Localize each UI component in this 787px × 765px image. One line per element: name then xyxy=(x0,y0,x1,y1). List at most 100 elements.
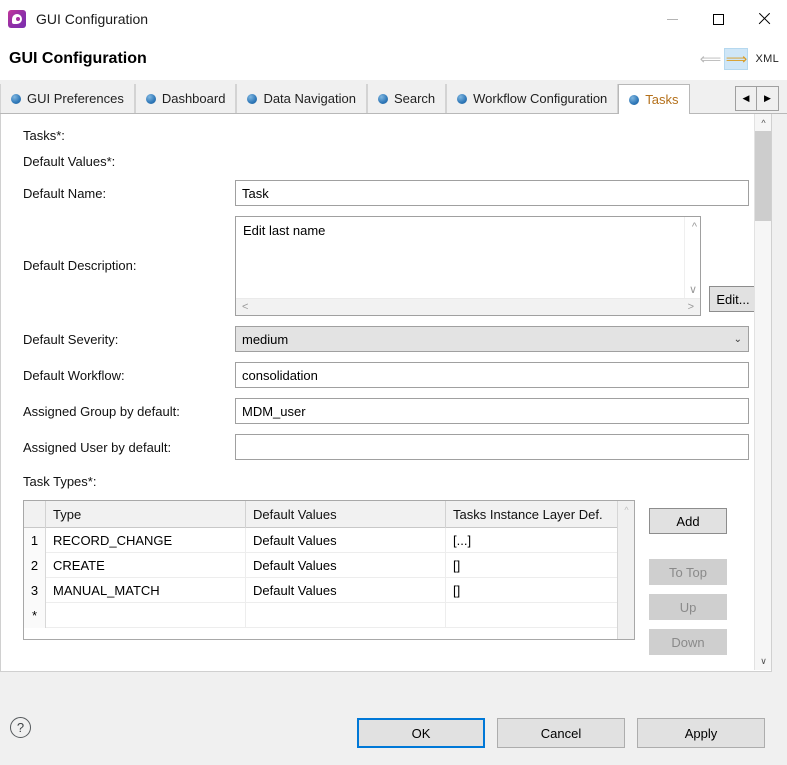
assigned-group-input[interactable]: MDM_user xyxy=(235,398,749,424)
cell-type[interactable]: MANUAL_MATCH xyxy=(46,578,246,603)
assigned-group-label: Assigned Group by default: xyxy=(23,404,235,419)
table-header-row: Type Default Values Tasks Instance Layer… xyxy=(24,501,634,528)
task-types-table[interactable]: Type Default Values Tasks Instance Layer… xyxy=(23,500,635,640)
close-icon xyxy=(757,12,771,26)
default-description-row: Default Description: Edit last name ^ ∨ … xyxy=(1,216,771,316)
chevron-right-icon: > xyxy=(688,301,694,313)
cell-type[interactable] xyxy=(46,603,246,628)
default-description-label: Default Description: xyxy=(23,216,235,273)
chevron-up-icon: ^ xyxy=(692,221,697,233)
table-vertical-scrollbar[interactable]: ^ xyxy=(617,501,634,639)
table-row[interactable]: 2 CREATE Default Values [] xyxy=(24,553,634,578)
help-icon[interactable]: ? xyxy=(10,717,31,738)
default-severity-value: medium xyxy=(242,332,288,347)
tasks-form: Tasks*: Default Values*: Default Name: T… xyxy=(1,114,771,664)
edit-description-button[interactable]: Edit... xyxy=(709,286,757,312)
cell-type[interactable]: RECORD_CHANGE xyxy=(46,528,246,553)
chevron-right-icon: ▶ xyxy=(764,93,771,104)
window-titlebar: GUI Configuration xyxy=(0,0,787,38)
tab-bar: GUI Preferences Dashboard Data Navigatio… xyxy=(0,84,787,114)
cell-default-values[interactable]: Default Values xyxy=(246,528,446,553)
tab-bullet-icon xyxy=(146,94,156,104)
assigned-group-row: Assigned Group by default: MDM_user xyxy=(1,398,771,424)
down-button[interactable]: Down xyxy=(649,629,727,655)
footer-buttons: OK Cancel Apply xyxy=(357,718,765,748)
tasks-panel: Tasks*: Default Values*: Default Name: T… xyxy=(0,114,772,672)
scroll-up-button[interactable]: ^ xyxy=(755,114,772,131)
tab-scroll-right-button[interactable]: ▶ xyxy=(757,86,779,111)
up-button[interactable]: Up xyxy=(649,594,727,620)
tab-bullet-icon xyxy=(247,94,257,104)
default-name-row: Default Name: Task xyxy=(1,180,771,206)
tab-dashboard[interactable]: Dashboard xyxy=(135,84,237,113)
apply-button[interactable]: Apply xyxy=(637,718,765,748)
default-severity-select[interactable]: medium ⌄ xyxy=(235,326,749,352)
description-horizontal-scrollbar[interactable]: < > xyxy=(236,298,700,315)
tab-label: Dashboard xyxy=(162,91,226,106)
cell-layer-def[interactable] xyxy=(446,603,618,628)
tab-tasks[interactable]: Tasks xyxy=(618,84,689,114)
minimize-button[interactable] xyxy=(649,0,695,38)
column-header-type[interactable]: Type xyxy=(46,501,246,528)
back-button[interactable]: ⟸ xyxy=(698,48,722,70)
scroll-down-button[interactable]: ∨ xyxy=(755,653,772,670)
cell-default-values[interactable]: Default Values xyxy=(246,553,446,578)
tab-label: Data Navigation xyxy=(263,91,356,106)
maximize-button[interactable] xyxy=(695,0,741,38)
default-values-heading: Default Values*: xyxy=(1,154,771,169)
table-new-row[interactable]: * xyxy=(24,603,634,628)
scrollbar-thumb[interactable] xyxy=(755,131,772,221)
tab-gui-preferences[interactable]: GUI Preferences xyxy=(0,84,135,113)
chevron-left-icon: ◀ xyxy=(743,93,750,104)
tab-workflow-configuration[interactable]: Workflow Configuration xyxy=(446,84,618,113)
window-controls xyxy=(649,0,787,38)
cell-layer-def[interactable]: [...] xyxy=(446,528,618,553)
assigned-user-row: Assigned User by default: xyxy=(1,434,771,460)
tab-scroll-left-button[interactable]: ◀ xyxy=(735,86,757,111)
table-row[interactable]: 3 MANUAL_MATCH Default Values [] xyxy=(24,578,634,603)
ok-button[interactable]: OK xyxy=(357,718,485,748)
tab-label: GUI Preferences xyxy=(27,91,124,106)
chevron-down-icon: ⌄ xyxy=(734,334,742,345)
column-header-layer-def[interactable]: Tasks Instance Layer Def. xyxy=(446,501,618,528)
cell-layer-def[interactable]: [] xyxy=(446,553,618,578)
window-title: GUI Configuration xyxy=(36,11,148,27)
tab-scroll-controls: ◀ ▶ xyxy=(735,86,779,111)
tab-bullet-icon xyxy=(629,95,639,105)
default-name-label: Default Name: xyxy=(23,186,235,201)
header-actions: ⟸ ⟹ XML xyxy=(698,48,787,70)
cell-type[interactable]: CREATE xyxy=(46,553,246,578)
column-header-rownum xyxy=(24,501,46,528)
default-severity-row: Default Severity: medium ⌄ xyxy=(1,326,771,352)
minimize-icon xyxy=(667,19,678,20)
cell-default-values[interactable]: Default Values xyxy=(246,578,446,603)
default-workflow-input[interactable]: consolidation xyxy=(235,362,749,388)
tab-search[interactable]: Search xyxy=(367,84,446,113)
panel-vertical-scrollbar[interactable]: ^ ∨ xyxy=(754,114,771,670)
to-top-button[interactable]: To Top xyxy=(649,559,727,585)
row-number: 1 xyxy=(24,528,46,553)
maximize-icon xyxy=(713,14,724,25)
close-button[interactable] xyxy=(741,0,787,38)
tab-bullet-icon xyxy=(378,94,388,104)
default-name-input[interactable]: Task xyxy=(235,180,749,206)
table-row[interactable]: 1 RECORD_CHANGE Default Values [...] xyxy=(24,528,634,553)
cell-layer-def[interactable]: [] xyxy=(446,578,618,603)
cell-default-values[interactable] xyxy=(246,603,446,628)
arrow-left-icon: ⟸ xyxy=(700,52,722,67)
row-number: * xyxy=(24,603,46,628)
xml-link[interactable]: XML xyxy=(755,53,779,65)
description-vertical-scrollbar[interactable]: ^ ∨ xyxy=(684,217,700,300)
tab-bullet-icon xyxy=(457,94,467,104)
assigned-user-input[interactable] xyxy=(235,434,749,460)
column-header-default-values[interactable]: Default Values xyxy=(246,501,446,528)
forward-button[interactable]: ⟹ xyxy=(724,48,748,70)
default-description-textarea[interactable]: Edit last name ^ ∨ < > xyxy=(235,216,701,316)
app-logo-icon xyxy=(8,10,26,28)
cancel-button[interactable]: Cancel xyxy=(497,718,625,748)
add-button[interactable]: Add xyxy=(649,508,727,534)
tab-label: Workflow Configuration xyxy=(473,91,607,106)
chevron-up-icon[interactable]: ^ xyxy=(618,501,635,518)
table-action-buttons: Add To Top Up Down xyxy=(649,500,727,664)
tab-data-navigation[interactable]: Data Navigation xyxy=(236,84,367,113)
